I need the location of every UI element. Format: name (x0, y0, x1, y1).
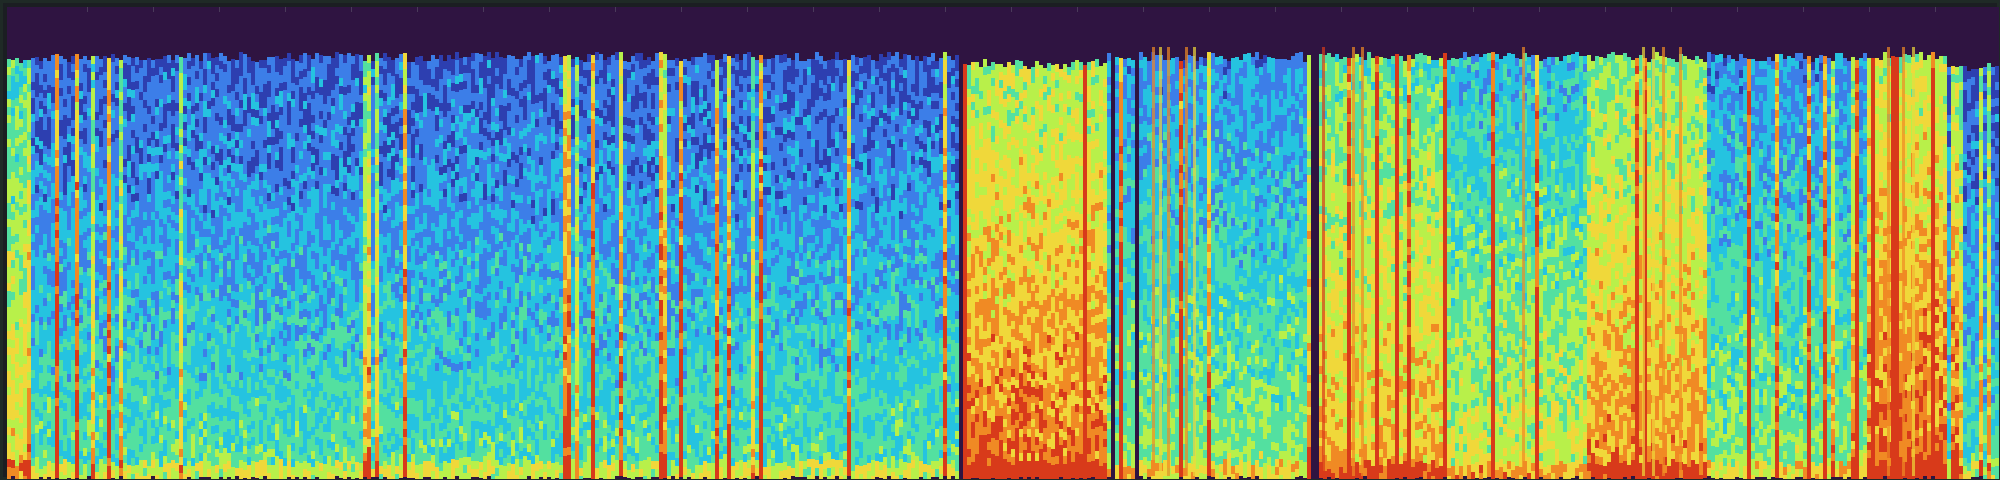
tick-mark (1275, 7, 1276, 12)
tick-mark (1209, 7, 1210, 12)
streak-line (1902, 47, 1905, 476)
tick-mark (1143, 7, 1144, 12)
streak-line (1352, 47, 1355, 476)
tick-mark (879, 7, 880, 12)
streak-line (1522, 47, 1525, 476)
tick-mark (1803, 7, 1804, 12)
tick-mark (1473, 7, 1474, 12)
tick-mark (1407, 7, 1408, 12)
streak-line (1361, 47, 1364, 476)
tick-mark (1341, 7, 1342, 12)
top-ticks (7, 7, 1999, 13)
tick-mark (483, 7, 484, 12)
tick-mark (1935, 7, 1936, 12)
streak-line (1642, 47, 1645, 476)
tick-mark (681, 7, 682, 12)
tick-mark (1737, 7, 1738, 12)
tick-mark (219, 7, 220, 12)
spectrogram-image (7, 7, 1999, 479)
tick-mark (87, 7, 88, 12)
tick-mark (153, 7, 154, 12)
streak-line (1652, 47, 1655, 476)
tick-mark (1539, 7, 1540, 12)
streak-line (1662, 47, 1665, 476)
tick-mark (351, 7, 352, 12)
streak-line (1193, 47, 1196, 476)
tick-mark (1011, 7, 1012, 12)
tick-mark (1671, 7, 1672, 12)
tick-mark (813, 7, 814, 12)
streak-line (1159, 47, 1162, 476)
tick-mark (747, 7, 748, 12)
streak-line (1322, 47, 1325, 476)
spectrogram-plot (7, 7, 1999, 479)
streak-line (1152, 47, 1155, 476)
streak-line (1185, 47, 1188, 476)
spectrogram-frame (0, 0, 2000, 480)
tick-mark (549, 7, 550, 12)
streak-line (1679, 47, 1682, 476)
tick-mark (1869, 7, 1870, 12)
streak-line (1912, 47, 1915, 476)
tick-mark (1605, 7, 1606, 12)
tick-mark (417, 7, 418, 12)
tick-mark (945, 7, 946, 12)
tick-mark (615, 7, 616, 12)
tick-mark (285, 7, 286, 12)
streak-line (1167, 47, 1170, 476)
streak-line (1887, 47, 1890, 476)
tick-mark (1077, 7, 1078, 12)
